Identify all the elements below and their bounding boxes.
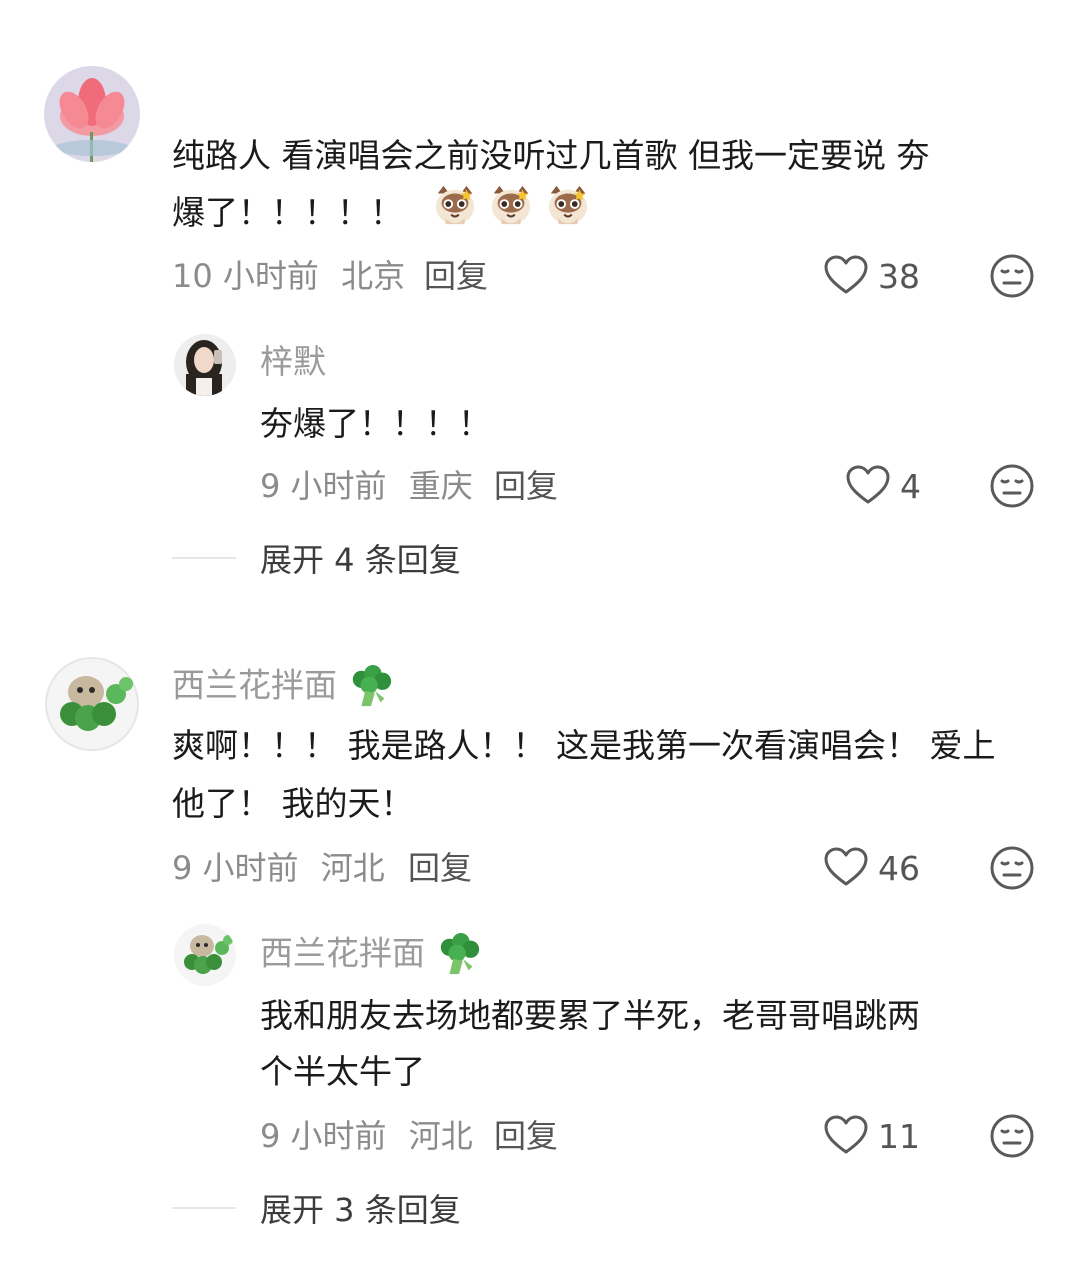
like-button[interactable]: 38 bbox=[822, 252, 920, 300]
comment-text: 爽啊！！！ 我是路人！！ 这是我第一次看演唱会！ 爱上 bbox=[172, 726, 996, 765]
reply-text: 个半太牛了 bbox=[260, 1052, 425, 1091]
expand-replies-button[interactable]: 展开 4 条回复 bbox=[172, 538, 461, 579]
avatar[interactable] bbox=[174, 334, 236, 396]
divider bbox=[172, 1207, 236, 1209]
comment-text: 纯路人 看演唱会之前没听过几首歌 但我一定要说 夯 bbox=[172, 136, 930, 175]
like-count: 4 bbox=[900, 466, 921, 506]
comment-location: 河北 bbox=[320, 849, 385, 887]
username[interactable]: 梓默 bbox=[260, 342, 326, 382]
cat-emoji-icon bbox=[432, 182, 591, 247]
girl-avatar-icon bbox=[174, 334, 236, 396]
username[interactable]: 西兰花拌面 bbox=[260, 932, 482, 978]
expand-replies-button[interactable]: 展开 3 条回复 bbox=[172, 1188, 461, 1229]
broccoli-cat-avatar-icon bbox=[174, 924, 236, 986]
like-count: 46 bbox=[878, 848, 920, 888]
reply-location: 河北 bbox=[408, 1117, 473, 1155]
meh-face-icon bbox=[988, 252, 1036, 300]
dislike-button[interactable] bbox=[988, 1112, 1036, 1160]
expand-replies-label: 展开 3 条回复 bbox=[260, 1191, 461, 1229]
broccoli-emoji-icon bbox=[348, 664, 394, 710]
reply-meta: 9 小时前 重庆 bbox=[260, 466, 473, 506]
dislike-button[interactable] bbox=[988, 252, 1036, 300]
reply-location: 重庆 bbox=[408, 467, 473, 505]
like-button[interactable]: 4 bbox=[844, 462, 921, 510]
reply-text: 夯爆了！！！！ bbox=[260, 404, 491, 443]
like-count: 11 bbox=[878, 1116, 920, 1156]
dislike-button[interactable] bbox=[988, 462, 1036, 510]
comment-meta: 10 小时前 北京 bbox=[172, 256, 405, 296]
dislike-button[interactable] bbox=[988, 844, 1036, 892]
comment-text: 他了！ 我的天！ bbox=[172, 784, 414, 823]
broccoli-emoji-icon bbox=[436, 932, 482, 978]
comment-time: 10 小时前 bbox=[172, 257, 319, 295]
heart-icon bbox=[822, 1112, 870, 1160]
reply-button[interactable]: 回复 bbox=[424, 256, 488, 296]
like-button[interactable]: 46 bbox=[822, 844, 920, 892]
meh-face-icon bbox=[988, 462, 1036, 510]
reply-button[interactable]: 回复 bbox=[408, 848, 472, 888]
divider bbox=[172, 557, 236, 559]
username-text: 西兰花拌面 bbox=[260, 933, 425, 973]
comment-location: 北京 bbox=[341, 257, 406, 295]
heart-icon bbox=[844, 462, 892, 510]
comment-time: 9 小时前 bbox=[172, 849, 299, 887]
reply-time: 9 小时前 bbox=[260, 467, 387, 505]
reply-time: 9 小时前 bbox=[260, 1117, 387, 1155]
comment-text: 爆了！！！！！ bbox=[172, 182, 591, 247]
meh-face-icon bbox=[988, 844, 1036, 892]
meh-face-icon bbox=[988, 1112, 1036, 1160]
reply-button[interactable]: 回复 bbox=[494, 466, 558, 506]
heart-icon bbox=[822, 252, 870, 300]
expand-replies-label: 展开 4 条回复 bbox=[260, 541, 461, 579]
lotus-avatar-icon bbox=[44, 66, 140, 162]
reply-meta: 9 小时前 河北 bbox=[260, 1116, 473, 1156]
like-count: 38 bbox=[878, 256, 920, 296]
broccoli-cat-avatar-icon bbox=[44, 656, 140, 752]
comment-text-line: 爆了！！！！！ bbox=[172, 193, 403, 232]
avatar[interactable] bbox=[44, 656, 140, 752]
reply-text: 我和朋友去场地都要累了半死，老哥哥唱跳两 bbox=[260, 996, 920, 1035]
reply-button[interactable]: 回复 bbox=[494, 1116, 558, 1156]
username[interactable]: 西兰花拌面 bbox=[172, 664, 394, 710]
username-text: 西兰花拌面 bbox=[172, 665, 337, 705]
heart-icon bbox=[822, 844, 870, 892]
comment-meta: 9 小时前 河北 bbox=[172, 848, 385, 888]
like-button[interactable]: 11 bbox=[822, 1112, 920, 1160]
avatar[interactable] bbox=[44, 66, 140, 162]
avatar[interactable] bbox=[174, 924, 236, 986]
